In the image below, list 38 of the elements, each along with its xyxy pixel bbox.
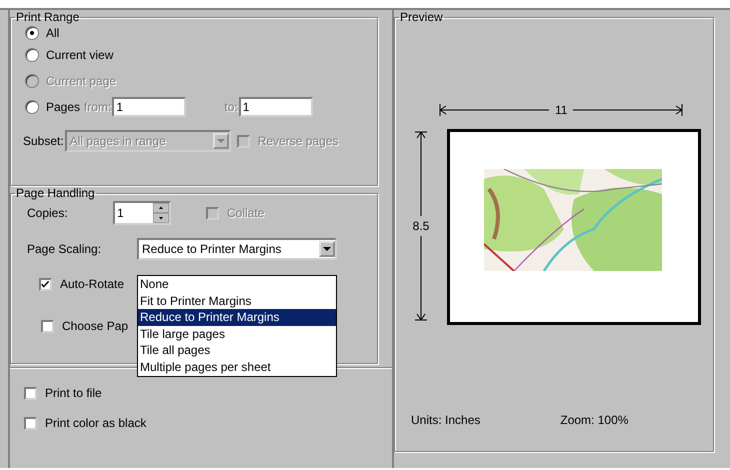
to-label: to: [224, 100, 238, 114]
choose-paper-checkbox[interactable] [41, 320, 54, 332]
option-label: Current view [46, 48, 114, 62]
list-option[interactable]: Tile large pages [138, 326, 336, 342]
width-label: 11 [554, 103, 568, 117]
print-color-label: Print color as black [45, 416, 146, 430]
page-scaling-dropdown[interactable]: Reduce to Printer Margins [137, 238, 337, 260]
zoom-label: Zoom: 100% [560, 413, 628, 427]
list-option[interactable]: Reduce to Printer Margins [138, 309, 336, 326]
spin-arrows-icon [153, 203, 169, 223]
choose-paper-label: Choose Pap [62, 319, 128, 333]
copies-spinner[interactable]: 1 [113, 201, 171, 225]
radio-button[interactable] [25, 26, 39, 40]
print-color-checkbox[interactable] [24, 416, 37, 430]
page-scaling-label: Page Scaling: [27, 242, 102, 256]
list-option[interactable]: Multiple pages per sheet [138, 358, 336, 376]
group-title: Print Range [15, 10, 80, 24]
print-to-file-label: Print to file [45, 386, 102, 400]
auto-rotate-label: Auto-Rotate [60, 277, 124, 291]
radio-button[interactable] [25, 48, 39, 62]
group-title: Page Handling [15, 186, 96, 200]
option-label: All [46, 26, 60, 40]
radio-button[interactable] [25, 100, 39, 114]
list-option[interactable]: None [138, 276, 336, 293]
list-option[interactable]: Fit to Printer Margins [138, 292, 336, 310]
from-label: from: [84, 100, 112, 114]
subset-label: Subset: [23, 134, 64, 148]
collate-label: Collate [227, 206, 264, 220]
copies-label: Copies: [27, 206, 69, 220]
list-option[interactable]: Tile all pages [138, 342, 336, 359]
print-to-file-checkbox[interactable] [24, 386, 37, 400]
auto-rotate-checkbox[interactable] [39, 278, 52, 290]
height-label: 8.5 [412, 218, 430, 235]
option-label: Pages [46, 100, 80, 114]
units-label: Units: Inches [411, 413, 480, 427]
group-title: Preview [399, 10, 444, 24]
reverse-pages-label: Reverse pages [258, 134, 338, 148]
option-label: Current page [46, 74, 116, 88]
